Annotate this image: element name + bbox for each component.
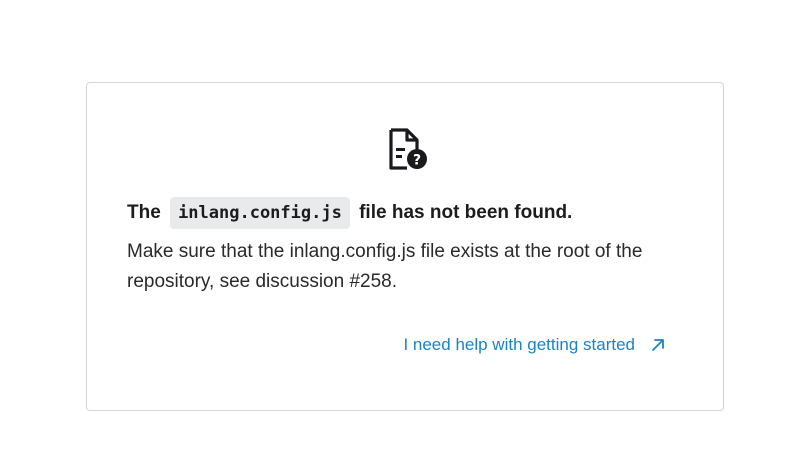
not-found-card: ? The inlang.config.js file has not been… bbox=[86, 82, 724, 411]
svg-text:?: ? bbox=[413, 153, 421, 169]
error-description: Make sure that the inlang.config.js file… bbox=[127, 241, 643, 292]
title-suffix: file has not been found. bbox=[359, 202, 573, 223]
help-getting-started-link[interactable]: I need help with getting started bbox=[403, 335, 665, 355]
arrow-up-right-icon bbox=[651, 338, 665, 352]
help-link-label: I need help with getting started bbox=[403, 335, 635, 354]
error-title: The inlang.config.js file has not been f… bbox=[127, 197, 572, 229]
title-prefix: The bbox=[127, 202, 161, 223]
file-question-icon: ? bbox=[386, 127, 430, 171]
config-file-code: inlang.config.js bbox=[170, 197, 350, 229]
